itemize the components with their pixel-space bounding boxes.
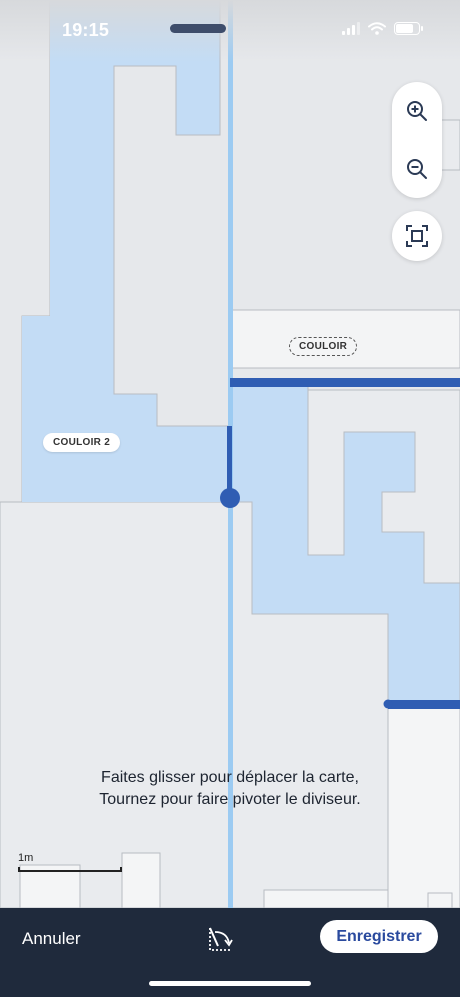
home-indicator — [149, 981, 311, 986]
dynamic-island — [170, 24, 226, 33]
room-label-couloir[interactable]: COULOIR — [289, 337, 358, 356]
zoom-out-button[interactable] — [392, 144, 442, 194]
status-icons — [342, 22, 423, 35]
zoom-in-button[interactable] — [392, 86, 442, 136]
fit-screen-button[interactable] — [392, 211, 442, 261]
cancel-button[interactable]: Annuler — [22, 929, 81, 949]
scale-label: 1m — [18, 852, 34, 864]
rotate-divider-button[interactable] — [205, 924, 235, 954]
instruction-line-1: Faites glisser pour déplacer la carte, — [101, 769, 359, 786]
zoom-out-icon — [407, 159, 427, 179]
status-time: 19:15 — [62, 20, 110, 40]
signal-icon — [342, 22, 360, 35]
fit-screen-icon — [406, 225, 428, 247]
bottom-toolbar: Annuler Enregistrer — [0, 908, 460, 997]
scale-bar — [18, 867, 122, 872]
save-button[interactable]: Enregistrer — [320, 920, 438, 953]
rotate-divider-icon — [209, 927, 233, 951]
status-bar: 19:15 — [0, 0, 460, 62]
divider-handle[interactable] — [220, 488, 240, 508]
battery-icon — [394, 22, 423, 35]
instruction-text: Faites glisser pour déplacer la carte, T… — [40, 767, 420, 811]
zoom-in-icon — [407, 101, 427, 121]
wifi-icon — [368, 22, 386, 35]
zoom-controls — [392, 82, 442, 198]
instruction-line-2: Tournez pour faire pivoter le diviseur. — [99, 791, 361, 808]
room-label-couloir-2[interactable]: COULOIR 2 — [43, 433, 121, 452]
scale-indicator: 1m — [18, 852, 124, 876]
